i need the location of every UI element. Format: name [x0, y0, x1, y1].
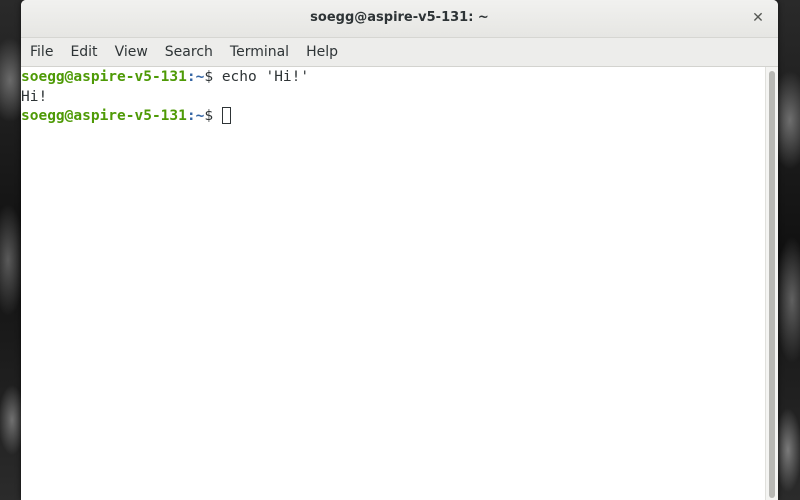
menu-help[interactable]: Help: [298, 38, 347, 66]
prompt-colon: :: [186, 108, 196, 124]
menu-edit[interactable]: Edit: [62, 38, 106, 66]
prompt-sign: $: [204, 69, 222, 85]
close-icon[interactable]: ✕: [748, 8, 768, 28]
menubar: File Edit View Search Terminal Help: [21, 38, 778, 67]
scrollbar[interactable]: [765, 67, 778, 500]
menu-view[interactable]: View: [106, 38, 156, 66]
prompt-sign: $: [204, 108, 222, 124]
window-title: soegg@aspire-v5-131: ~: [310, 10, 489, 25]
terminal-line: soegg@aspire-v5-131:~$: [21, 107, 766, 127]
titlebar[interactable]: soegg@aspire-v5-131: ~ ✕: [21, 0, 778, 38]
menu-terminal[interactable]: Terminal: [221, 38, 297, 66]
prompt-colon: :: [186, 69, 196, 85]
menu-search[interactable]: Search: [156, 38, 221, 66]
command-output: Hi!: [21, 88, 48, 105]
prompt-user-host: soegg@aspire-v5-131: [21, 69, 187, 85]
menu-file[interactable]: File: [21, 38, 62, 66]
prompt-user-host: soegg@aspire-v5-131: [21, 108, 187, 124]
terminal-output[interactable]: soegg@aspire-v5-131:~$ echo 'Hi!' Hi! so…: [21, 67, 766, 500]
command-text: echo 'Hi!': [221, 69, 310, 85]
terminal-window: soegg@aspire-v5-131: ~ ✕ File Edit View …: [21, 0, 778, 500]
text-cursor: [221, 107, 231, 124]
terminal-line: Hi!: [21, 88, 766, 108]
scroll-thumb[interactable]: [769, 71, 775, 498]
terminal-line: soegg@aspire-v5-131:~$ echo 'Hi!': [21, 68, 766, 88]
